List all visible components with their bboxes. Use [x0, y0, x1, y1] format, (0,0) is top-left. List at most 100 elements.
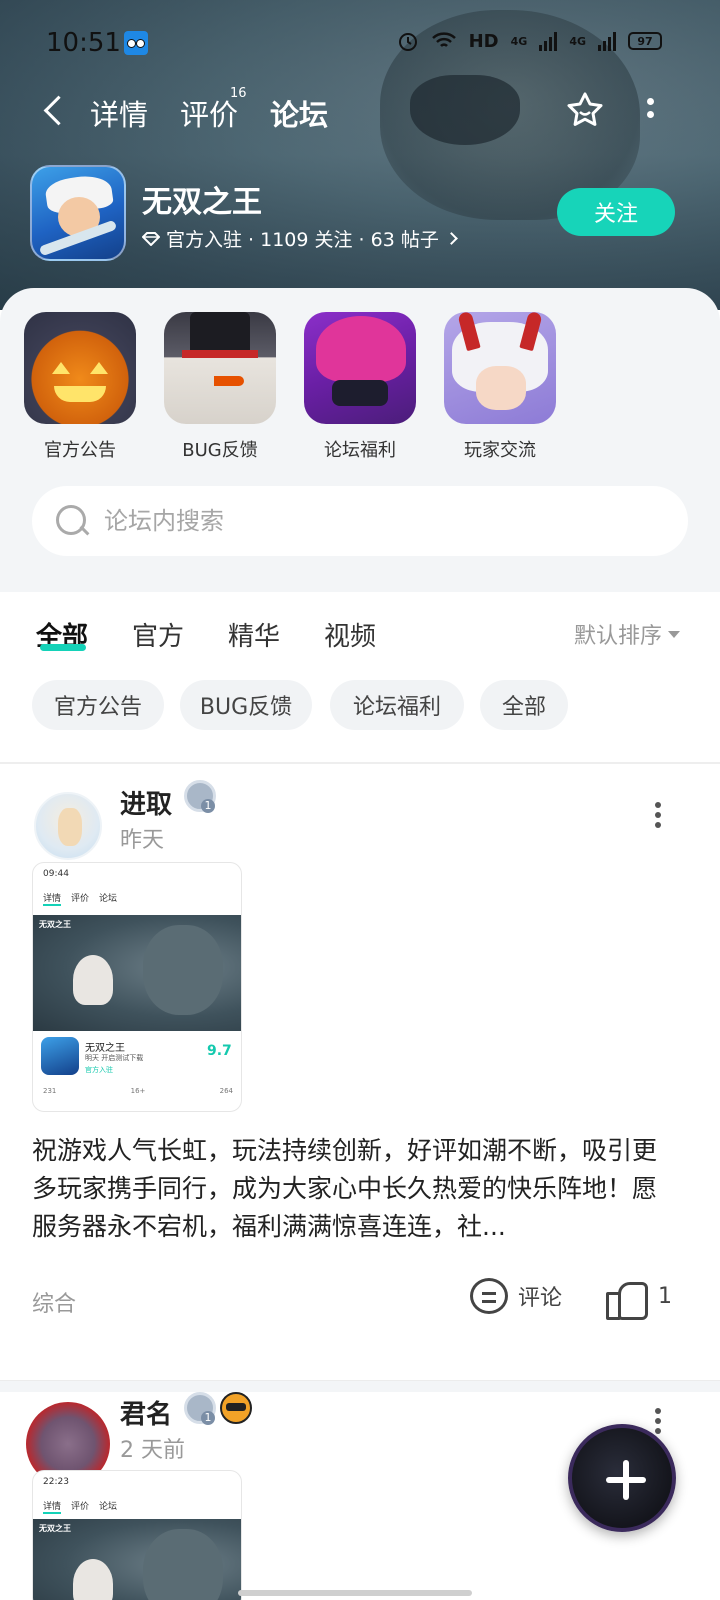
shot-status-time: 09:44	[43, 869, 69, 879]
level-badge-icon	[184, 780, 216, 813]
board-forum-benefits[interactable]: 论坛福利	[304, 312, 416, 462]
board-label: BUG反馈	[182, 440, 258, 461]
post-image[interactable]: 09:44 详情 评价 论坛 无双之王 无双之王 明天 开启测试下载 官方入驻 …	[32, 862, 242, 1112]
post-separator	[0, 1380, 720, 1392]
tab-details[interactable]: 详情	[90, 92, 148, 134]
review-count-badge: 16	[230, 86, 247, 101]
shot-tabs: 详情 评价 论坛	[43, 891, 117, 906]
shot-tab: 论坛	[99, 1502, 118, 1512]
filter-tab-video[interactable]: 视频	[324, 616, 376, 653]
app-name: 无双之王	[142, 185, 262, 220]
like-count: 1	[658, 1283, 672, 1309]
app-meta-text: 官方入驻 · 1109 关注 · 63 帖子	[166, 229, 439, 251]
shot-tab: 论坛	[99, 894, 118, 904]
chip-official-announcements[interactable]: 官方公告	[32, 680, 164, 730]
signal-icon-2	[598, 31, 616, 51]
avatar[interactable]	[34, 792, 102, 860]
board-shortcuts: 官方公告 BUG反馈 论坛福利 玩家交流	[24, 312, 704, 462]
hd-label: HD	[468, 30, 499, 52]
post-card[interactable]: 进取 昨天 09:44 详情 评价 论坛 无双之王 无双之王 明天 开启测试下载…	[0, 764, 720, 1380]
filter-tab-featured[interactable]: 精华	[228, 616, 280, 653]
diamond-icon	[142, 231, 160, 246]
network-label-1: 4G	[510, 34, 528, 48]
search-icon	[54, 503, 90, 539]
home-indicator[interactable]	[238, 1590, 472, 1596]
network-label-2: 4G	[569, 34, 586, 48]
board-bug-feedback[interactable]: BUG反馈	[164, 312, 276, 462]
battery-icon: 97	[628, 32, 662, 50]
chip-bug-feedback[interactable]: BUG反馈	[180, 680, 312, 730]
shot-stats: 231 16+ 264	[43, 1087, 233, 1095]
shot-tabs: 详情 评价 论坛	[43, 1499, 117, 1514]
post-more-icon[interactable]	[650, 1408, 666, 1436]
forum-panel: 官方公告 BUG反馈 论坛福利 玩家交流	[0, 288, 720, 592]
post-time: 2 天前	[120, 1438, 185, 1463]
signal-icon	[539, 31, 558, 51]
chip-forum-benefits[interactable]: 论坛福利	[330, 680, 464, 730]
app-meta-link[interactable]: 官方入驻 · 1109 关注 · 63 帖子	[142, 225, 458, 252]
shot-score: 9.7	[207, 1043, 232, 1059]
chip-all[interactable]: 全部	[480, 680, 568, 730]
post-text[interactable]: 祝游戏人气长虹，玩法持续创新，好评如潮不断，吸引更多玩家携手同行，成为大家心中长…	[32, 1132, 672, 1246]
sort-dropdown[interactable]: 默认排序	[574, 618, 680, 650]
shot-tab: 详情	[43, 1499, 62, 1514]
tab-forum[interactable]: 论坛	[270, 92, 328, 134]
comment-button[interactable]: 评论	[470, 1278, 562, 1314]
demon-board-image	[444, 312, 556, 424]
shot-banner: 无双之王	[33, 1519, 241, 1600]
shot-tab: 详情	[43, 891, 62, 906]
post-time: 昨天	[120, 828, 165, 853]
app-notification-icon	[124, 31, 148, 55]
board-label: 论坛福利	[324, 440, 396, 461]
ninja-board-image	[304, 312, 416, 424]
follow-button[interactable]: 关注	[557, 188, 675, 236]
like-button[interactable]: 1	[606, 1278, 672, 1320]
caret-down-icon	[668, 630, 680, 638]
status-indicators: HD 4G 4G 97	[397, 30, 662, 52]
snowman-board-image	[164, 312, 276, 424]
post-category[interactable]: 综合	[32, 1286, 76, 1318]
post-image[interactable]: 22:23 详情 评价 论坛 无双之王	[32, 1470, 242, 1600]
back-icon[interactable]	[40, 92, 70, 128]
ninja-badge-icon	[220, 1392, 252, 1424]
status-time: 10:51	[46, 28, 121, 58]
create-post-plus-icon[interactable]	[568, 1424, 676, 1532]
alarm-icon	[398, 33, 417, 51]
app-info: 无双之王 官方入驻 · 1109 关注 · 63 帖子 关注	[30, 165, 690, 261]
shot-banner: 无双之王	[33, 915, 241, 1031]
shot-title: 无双之王	[85, 1043, 125, 1054]
search-input[interactable]	[104, 507, 644, 535]
shot-status-time: 22:23	[43, 1477, 69, 1487]
pumpkin-board-image	[24, 312, 136, 424]
sort-label: 默认排序	[573, 624, 662, 649]
favorite-star-icon[interactable]	[564, 90, 606, 132]
board-label: 玩家交流	[464, 440, 536, 461]
top-navigation: 详情 评价 16 论坛	[0, 86, 720, 136]
app-icon[interactable]	[30, 165, 126, 261]
board-player-exchange[interactable]: 玩家交流	[444, 312, 556, 462]
shot-stat: 16+	[130, 1087, 146, 1095]
board-official-announcements[interactable]: 官方公告	[24, 312, 136, 462]
header-banner: 10:51 HD 4G 4G 97 详情 评价 16 论坛 无双之王 官方入驻 …	[0, 0, 720, 310]
board-label: 官方公告	[44, 440, 116, 461]
shot-subtitle: 明天 开启测试下载	[85, 1054, 144, 1062]
shot-verified: 官方入驻	[85, 1066, 113, 1074]
comment-label: 评论	[518, 1286, 563, 1311]
filter-active-indicator	[40, 644, 86, 651]
shot-banner-tag: 无双之王	[39, 920, 71, 929]
chevron-right-icon	[444, 232, 458, 245]
post-username[interactable]: 君名	[120, 1394, 172, 1431]
wifi-icon	[431, 32, 456, 47]
status-bar: 10:51 HD 4G 4G 97	[0, 0, 720, 88]
shot-stat: 264	[219, 1087, 233, 1095]
post-username[interactable]: 进取	[120, 784, 172, 821]
battery-level: 97	[637, 34, 653, 48]
filter-tab-official[interactable]: 官方	[132, 616, 184, 653]
level-badge-icon	[184, 1392, 216, 1425]
forum-search-bar[interactable]	[32, 486, 688, 556]
post-more-icon[interactable]	[650, 802, 666, 830]
post-filters: 全部 官方 精华 视频 默认排序 官方公告 BUG反馈 论坛福利 全部	[0, 592, 720, 752]
more-options-icon[interactable]	[640, 94, 660, 128]
comment-icon	[470, 1278, 508, 1314]
shot-banner-tag: 无双之王	[39, 1524, 71, 1533]
